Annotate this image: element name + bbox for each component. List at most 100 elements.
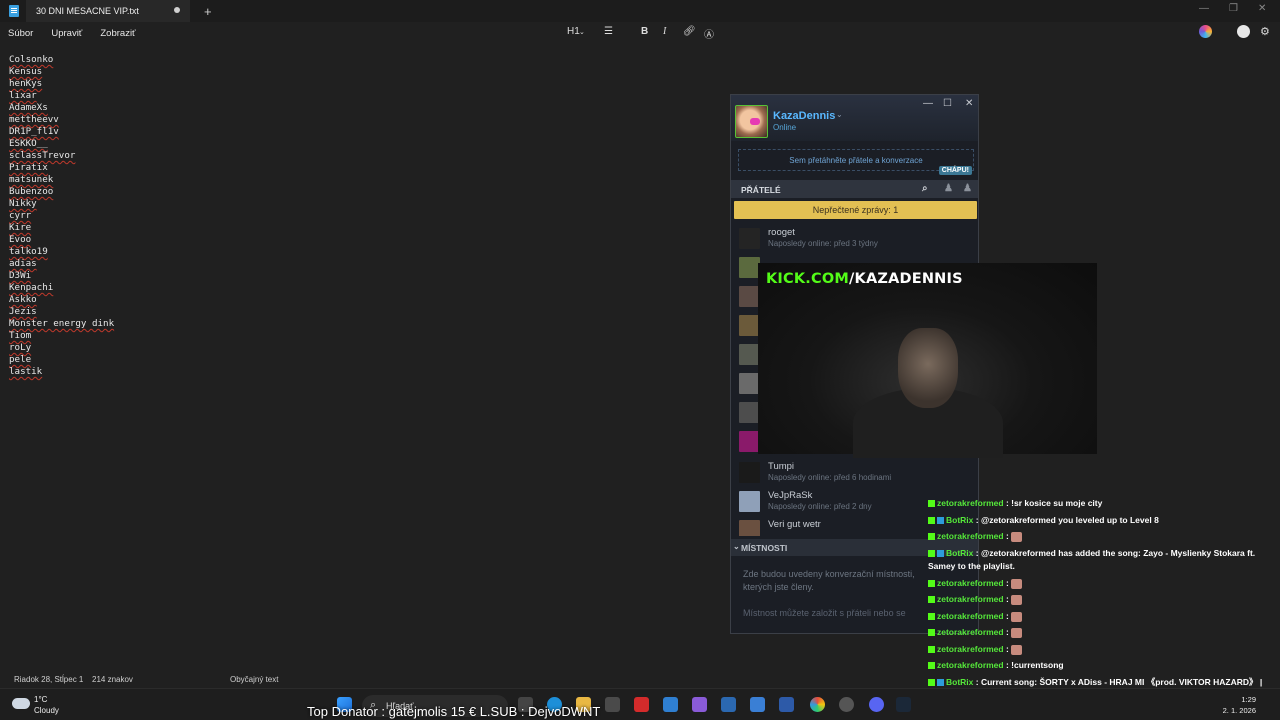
menu-bar: Súbor Upraviť Zobraziť [0, 22, 1280, 44]
donator-ticker: Top Donator : gatejmolis 15 € L.SUB : De… [307, 704, 601, 719]
editor-line: Kensus [9, 66, 43, 77]
editor-line: Piratix [9, 162, 48, 173]
search-icon[interactable]: ⌕ [922, 183, 928, 194]
char-count: 214 znakov [92, 675, 133, 684]
maximize-icon[interactable]: ❐ [1229, 3, 1238, 14]
rooms-header-label: MÍSTNOSTI [741, 543, 788, 553]
editor-line: AdameXs [9, 102, 48, 113]
kick-badge-icon [928, 580, 935, 588]
friends-header-label: PŘÁTELÉ [741, 185, 781, 195]
close-icon[interactable]: ✕ [1258, 3, 1266, 14]
steam-username[interactable]: KazaDennis [773, 110, 835, 122]
chat-message: zetorakreformed : [928, 643, 1278, 656]
chat-username: zetorakreformed [937, 531, 1004, 541]
editor-line: Jezis [9, 306, 37, 317]
chat-username: BotRix [946, 548, 974, 558]
maximize-icon[interactable]: ☐ [943, 98, 952, 109]
obs-icon[interactable] [839, 697, 854, 712]
kick-badge-icon [928, 679, 935, 687]
taskbar-clock[interactable]: 1:29 2. 1. 2026 [1223, 694, 1256, 716]
chat-text: : !sr kosice su moje city [1003, 498, 1103, 508]
friends-list-icon[interactable]: ♟ [944, 183, 953, 194]
chat-message: BotRix : @zetorakreformed you leveled up… [928, 514, 1278, 527]
text-editor[interactable]: Colsonko Kensus henKys lixar AdameXs mettheev… [9, 54, 114, 378]
taskbar: 1°C Cloudy ⌕ Hľadať 1:29 2. 1. 2026 [0, 688, 1280, 720]
avatar [739, 344, 760, 365]
outlook-icon[interactable] [750, 697, 765, 712]
editor-line: Kire [9, 222, 32, 233]
menu-file[interactable]: Súbor [8, 28, 33, 39]
editor-line: roLy [9, 342, 32, 353]
avatar [739, 228, 760, 249]
friend-last-online: Naposledy online: před 3 týdny [768, 239, 878, 248]
avatar [739, 431, 760, 452]
clear-format-icon[interactable]: Ⓐ [704, 26, 714, 41]
webcam-overlay: KICK.COM/KAZADENNIS [758, 263, 1097, 458]
italic-button[interactable]: I [663, 26, 666, 37]
weather-temp: 1°C [34, 695, 48, 704]
friend-name: VeJpRaSk [768, 490, 813, 501]
editor-line: adias [9, 258, 37, 269]
app-paint-icon[interactable] [692, 697, 707, 712]
editor-line: cyrr [9, 210, 32, 221]
new-tab-button[interactable]: + [204, 4, 212, 19]
avatar [739, 286, 760, 307]
editor-line: Nikky [9, 198, 37, 209]
editor-line: henKys [9, 78, 43, 89]
tab-file[interactable]: 30 DNI MESACNE VIP.txt [26, 0, 190, 22]
unread-messages-banner[interactable]: Nepřečtené zprávy: 1 [734, 201, 977, 219]
heading-dropdown[interactable]: H1 [567, 26, 580, 37]
account-icon[interactable] [1237, 25, 1250, 38]
emote-icon [1011, 611, 1023, 622]
bot-badge-icon [937, 550, 944, 558]
chat-username: zetorakreformed [937, 594, 1004, 604]
steam-icon[interactable] [896, 697, 911, 712]
editor-line: matsunek [9, 174, 54, 185]
editor-line: D3Wi [9, 270, 32, 281]
chrome-icon[interactable] [810, 697, 825, 712]
weather-desc: Cloudy [34, 706, 59, 715]
settings-gear-icon[interactable]: ⚙ [1260, 25, 1270, 38]
kick-badge-icon [928, 646, 935, 654]
add-friend-icon[interactable]: ♟ [963, 183, 972, 194]
avatar[interactable] [735, 105, 768, 138]
friend-item[interactable]: Tumpi Naposledy online: před 6 hodinami [739, 460, 969, 486]
link-icon[interactable]: 🔗︎ [683, 26, 696, 37]
app-l-icon[interactable] [634, 697, 649, 712]
kick-channel-label: KICK.COM/KAZADENNIS [766, 271, 963, 287]
close-icon[interactable]: ✕ [965, 98, 973, 109]
cloud-icon [12, 698, 30, 709]
minimize-icon[interactable]: — [1199, 3, 1209, 14]
friend-item[interactable]: rooget Naposledy online: před 3 týdny [739, 226, 969, 252]
bot-badge-icon [937, 679, 944, 687]
chat-message: zetorakreformed : !sr kosice su moje cit… [928, 497, 1278, 510]
app-installer-icon[interactable] [721, 697, 736, 712]
app-doc-icon[interactable] [779, 697, 794, 712]
friend-last-online: Naposledy online: před 2 dny [768, 502, 872, 511]
editor-line: sclassTrevor [9, 150, 76, 161]
bot-badge-icon [937, 517, 944, 525]
editor-line: pele [9, 354, 32, 365]
editor-line: mettheevv [9, 114, 59, 125]
chat-text: : [1003, 531, 1012, 541]
editor-line: DR1P_fl1v [9, 126, 59, 137]
dismiss-button[interactable]: CHÁPU! [938, 166, 972, 175]
chevron-down-icon[interactable]: ⌄ [836, 110, 843, 119]
app-blue-icon[interactable] [663, 697, 678, 712]
clock-date: 2. 1. 2026 [1222, 706, 1256, 715]
store-icon[interactable] [605, 697, 620, 712]
discord-icon[interactable] [869, 697, 884, 712]
chat-text: : @zetorakreformed you leveled up to Lev… [973, 515, 1159, 525]
unsaved-dot-icon[interactable] [174, 7, 180, 13]
bold-button[interactable]: B [641, 26, 648, 37]
rooms-help-text: Místnost můžete založit s přáteli nebo s… [743, 608, 906, 618]
title-bar: 30 DNI MESACNE VIP.txt + — ❐ ✕ [0, 0, 1280, 22]
kick-badge-icon [928, 629, 935, 637]
copilot-icon[interactable] [1199, 25, 1212, 38]
kick-channel: /KAZADENNIS [849, 271, 963, 287]
menu-view[interactable]: Zobraziť [100, 28, 135, 39]
chat-text: : [1003, 611, 1012, 621]
minimize-icon[interactable]: — [923, 98, 933, 109]
menu-edit[interactable]: Upraviť [51, 28, 82, 39]
list-icon[interactable]: ☰ [604, 26, 613, 37]
